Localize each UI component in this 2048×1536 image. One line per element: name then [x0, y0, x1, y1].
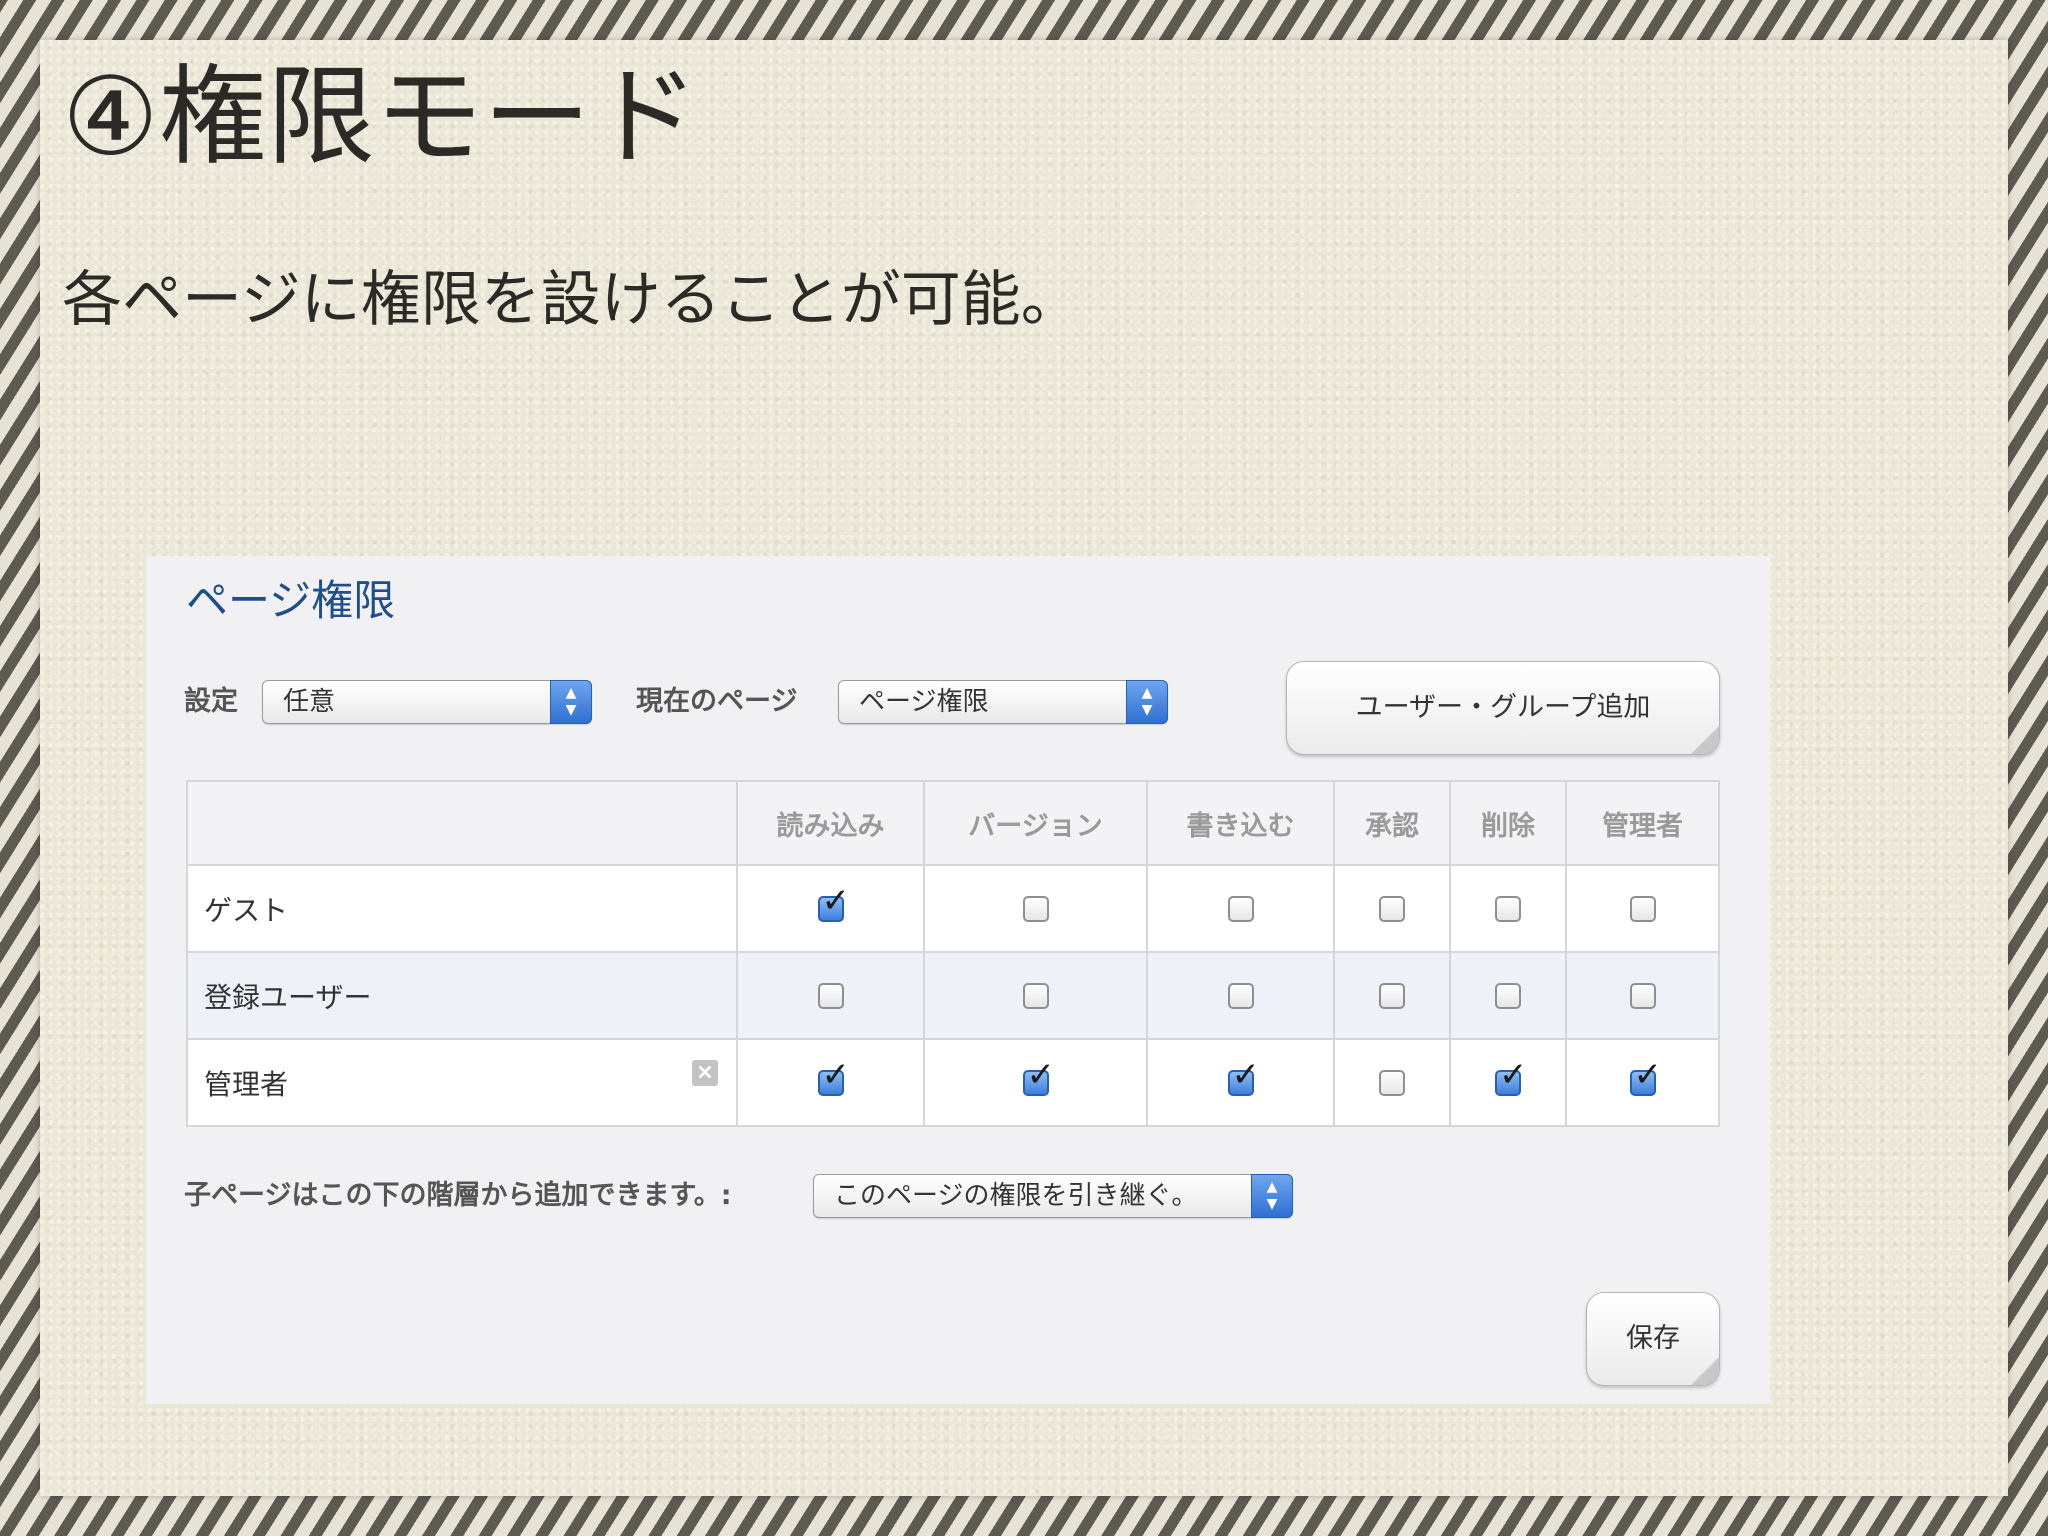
- permission-cell-approve: [1333, 1038, 1451, 1127]
- role-cell: ゲスト: [186, 864, 738, 953]
- permissions-table: 読み込み バージョン 書き込む 承認 削除 管理者 ゲスト ✓ 登録ユーザー 管理者 ×…: [186, 780, 1720, 1127]
- select-arrows-icon: ▲ ▼: [1126, 680, 1168, 724]
- permission-checkbox-version[interactable]: ✓: [1022, 1058, 1055, 1096]
- role-label: 管理者: [204, 1067, 289, 1101]
- child-pages-select[interactable]: このページの権限を引き継ぐ。 ▲ ▼: [813, 1174, 1293, 1218]
- save-button[interactable]: 保存: [1586, 1292, 1720, 1386]
- permission-cell-read: ✓: [736, 864, 925, 953]
- slide-title: ④権限モード: [62, 55, 699, 180]
- permission-checkbox-delete[interactable]: [1495, 982, 1521, 1009]
- permission-cell-version: [923, 864, 1148, 953]
- setting-select[interactable]: 任意 ▲ ▼: [262, 680, 592, 724]
- permission-checkbox-admin[interactable]: ✓: [1629, 1058, 1662, 1096]
- permission-cell-approve: [1333, 951, 1451, 1040]
- header-approve: 承認: [1333, 780, 1451, 866]
- permission-checkbox-write[interactable]: ✓: [1227, 1058, 1260, 1096]
- role-cell: 登録ユーザー: [186, 951, 738, 1040]
- header-admin: 管理者: [1565, 780, 1720, 866]
- select-arrows-icon: ▲ ▼: [550, 680, 592, 724]
- current-page-select[interactable]: ページ権限 ▲ ▼: [838, 680, 1168, 724]
- checkmark-icon: ✓: [821, 1054, 851, 1095]
- current-page-select-value: ページ権限: [859, 687, 989, 717]
- permission-checkbox-read[interactable]: [817, 982, 844, 1009]
- permission-cell-version: [923, 951, 1148, 1040]
- permission-cell-admin: ✓: [1565, 1038, 1720, 1127]
- permission-checkbox-approve[interactable]: [1379, 1069, 1405, 1096]
- role-label: 登録ユーザー: [204, 980, 372, 1014]
- table-row: 管理者 × ✓ ✓ ✓ ✓ ✓: [186, 1038, 1720, 1127]
- slide-subtitle: 各ページに権限を設けることが可能。: [62, 265, 1081, 335]
- permission-cell-read: ✓: [736, 1038, 925, 1127]
- permission-checkbox-read[interactable]: ✓: [817, 1058, 850, 1096]
- current-page-label: 現在のページ: [636, 686, 798, 717]
- permission-cell-write: [1146, 951, 1335, 1040]
- header-delete: 削除: [1449, 780, 1567, 866]
- permission-checkbox-write[interactable]: [1227, 982, 1254, 1009]
- permission-checkbox-admin[interactable]: [1629, 982, 1656, 1009]
- remove-role-icon[interactable]: ×: [692, 1060, 718, 1086]
- page-permissions-panel: ページ権限 設定 任意 ▲ ▼ 現在のページ ページ権限 ▲ ▼ ユーザー・グループ…: [146, 556, 1770, 1404]
- child-pages-label: 子ページはこの下の階層から追加できます。:: [184, 1180, 732, 1211]
- permission-checkbox-delete[interactable]: ✓: [1495, 1058, 1528, 1096]
- permission-cell-read: [736, 951, 925, 1040]
- checkmark-icon: ✓: [1499, 1054, 1528, 1095]
- permission-cell-admin: [1565, 951, 1720, 1040]
- select-arrows-icon: ▲ ▼: [1251, 1174, 1293, 1218]
- checkmark-icon: ✓: [821, 880, 851, 921]
- permission-checkbox-approve[interactable]: [1379, 895, 1405, 922]
- setting-label: 設定: [184, 686, 238, 717]
- role-cell: 管理者 ×: [186, 1038, 738, 1127]
- header-read: 読み込み: [736, 780, 925, 866]
- permission-cell-admin: [1565, 864, 1720, 953]
- permission-checkbox-admin[interactable]: [1629, 895, 1656, 922]
- child-pages-select-value: このページの権限を引き継ぐ。: [834, 1181, 1198, 1211]
- table-header-row: 読み込み バージョン 書き込む 承認 削除 管理者: [186, 780, 1720, 866]
- permission-cell-delete: [1449, 864, 1567, 953]
- table-row: 登録ユーザー: [186, 951, 1720, 1040]
- checkmark-icon: ✓: [1633, 1054, 1663, 1095]
- permission-cell-write: ✓: [1146, 1038, 1335, 1127]
- header-write: 書き込む: [1146, 780, 1335, 866]
- role-label: ゲスト: [204, 893, 289, 927]
- table-row: ゲスト ✓: [186, 864, 1720, 953]
- header-role: [186, 780, 738, 866]
- permission-checkbox-approve[interactable]: [1379, 982, 1405, 1009]
- checkmark-icon: ✓: [1231, 1054, 1261, 1095]
- checkmark-icon: ✓: [1026, 1054, 1056, 1095]
- permission-cell-approve: [1333, 864, 1451, 953]
- permission-cell-version: ✓: [923, 1038, 1148, 1127]
- permission-checkbox-read[interactable]: ✓: [817, 884, 850, 922]
- permission-checkbox-version[interactable]: [1022, 895, 1049, 922]
- header-version: バージョン: [923, 780, 1148, 866]
- permission-checkbox-delete[interactable]: [1495, 895, 1521, 922]
- permission-checkbox-write[interactable]: [1227, 895, 1254, 922]
- permission-cell-write: [1146, 864, 1335, 953]
- permission-cell-delete: [1449, 951, 1567, 1040]
- permission-checkbox-version[interactable]: [1022, 982, 1049, 1009]
- add-user-group-button[interactable]: ユーザー・グループ追加: [1286, 661, 1720, 755]
- panel-heading: ページ権限: [186, 576, 396, 625]
- permission-cell-delete: ✓: [1449, 1038, 1567, 1127]
- setting-select-value: 任意: [283, 687, 336, 717]
